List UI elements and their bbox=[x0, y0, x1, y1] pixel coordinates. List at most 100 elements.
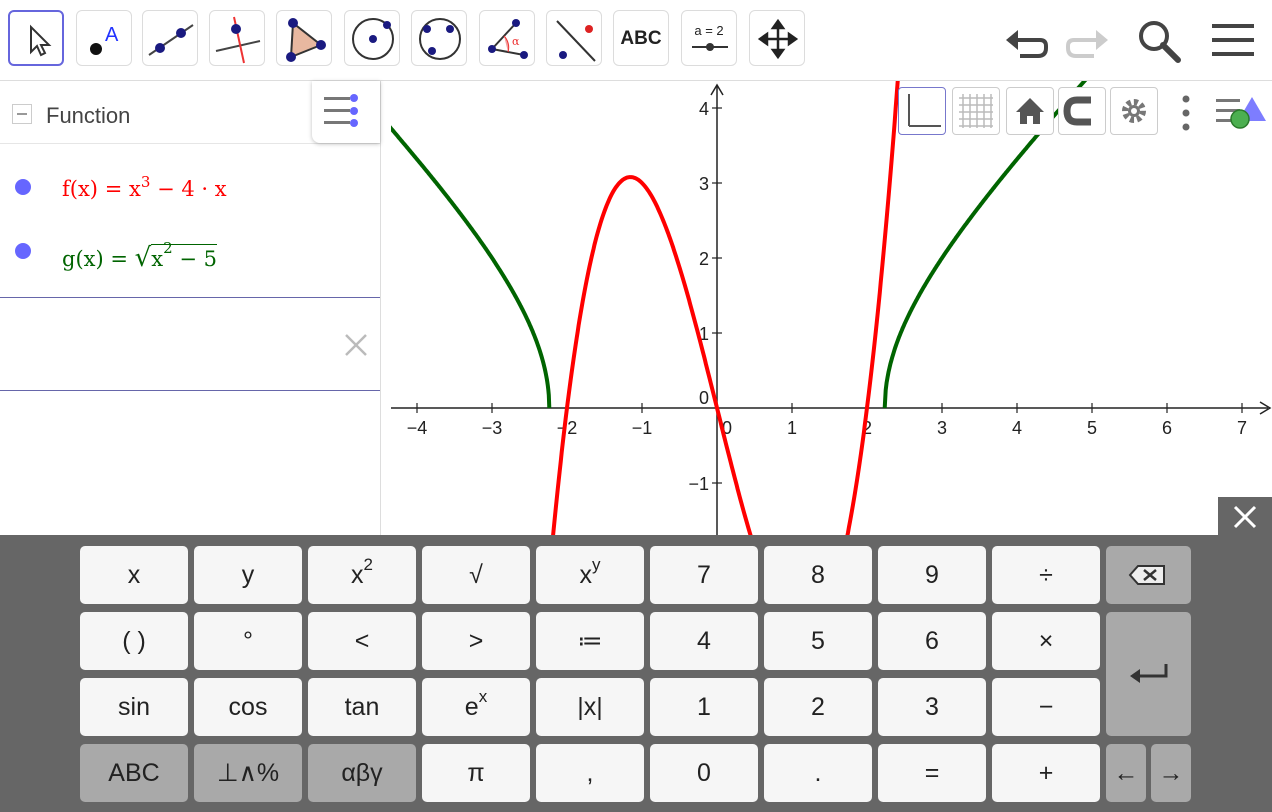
key-degree[interactable]: ° bbox=[194, 612, 302, 670]
circle-center-point-tool[interactable] bbox=[344, 10, 400, 66]
key-decimal-point[interactable]: . bbox=[764, 744, 872, 802]
key-less-than[interactable]: < bbox=[308, 612, 416, 670]
key-3[interactable]: 3 bbox=[878, 678, 986, 736]
show-grid-button[interactable] bbox=[952, 87, 1000, 135]
circle-three-points-tool[interactable] bbox=[411, 10, 467, 66]
key-2[interactable]: 2 bbox=[764, 678, 872, 736]
style-bar-toggle-icon[interactable] bbox=[1212, 91, 1272, 135]
main-menu-button[interactable] bbox=[1208, 14, 1260, 66]
key-label: xy bbox=[579, 555, 601, 589]
collapse-toggle[interactable] bbox=[12, 104, 32, 124]
curve-f[interactable] bbox=[522, 81, 920, 535]
angle-tool[interactable]: α bbox=[479, 10, 535, 66]
key-9[interactable]: 9 bbox=[878, 546, 986, 604]
hamburger-menu-icon bbox=[1212, 24, 1254, 56]
key-x[interactable]: x bbox=[80, 546, 188, 604]
key-sin[interactable]: sin bbox=[80, 678, 188, 736]
equals-sign-g: = bbox=[110, 247, 128, 271]
key-label: 7 bbox=[697, 561, 711, 589]
key-label: < bbox=[354, 627, 370, 655]
standard-view-button[interactable] bbox=[1006, 87, 1054, 135]
y-tick-label: 4 bbox=[699, 99, 709, 119]
function-name-f: f(x) bbox=[62, 177, 99, 201]
key-power[interactable]: xy bbox=[536, 546, 644, 604]
algebra-input[interactable] bbox=[16, 328, 316, 358]
key-abs[interactable]: |x| bbox=[536, 678, 644, 736]
line-tool[interactable] bbox=[142, 10, 198, 66]
move-tool[interactable] bbox=[8, 10, 64, 66]
key-5[interactable]: 5 bbox=[764, 612, 872, 670]
curve-g-left[interactable] bbox=[391, 81, 552, 409]
move-graphics-view-tool[interactable] bbox=[749, 10, 805, 66]
enter-key[interactable] bbox=[1106, 612, 1191, 736]
algebra-view: Function f(x) = x3 − 4 · x g(x) = √x2 − … bbox=[0, 81, 381, 535]
key-label: 9 bbox=[925, 561, 939, 589]
key-label: tan bbox=[344, 693, 380, 721]
key-plus[interactable]: + bbox=[992, 744, 1100, 802]
key-comma[interactable]: , bbox=[536, 744, 644, 802]
tick-labels: −4 −3 −2 −1 0 1 2 3 4 5 6 743210−1 bbox=[407, 99, 1247, 494]
key-pi[interactable]: π bbox=[422, 744, 530, 802]
key-abc-layout[interactable]: ABC bbox=[80, 744, 188, 802]
key-1[interactable]: 1 bbox=[650, 678, 758, 736]
algebra-settings-icon bbox=[324, 94, 358, 127]
key-x-squared[interactable]: x2 bbox=[308, 546, 416, 604]
polygon-icon bbox=[286, 18, 326, 62]
backspace-key[interactable] bbox=[1106, 546, 1191, 604]
rhs-exponent-f: 3 bbox=[140, 173, 151, 191]
more-options-icon[interactable] bbox=[1178, 93, 1194, 133]
reflect-about-line-tool[interactable] bbox=[546, 10, 602, 66]
key-minus[interactable]: − bbox=[992, 678, 1100, 736]
key-8[interactable]: 8 bbox=[764, 546, 872, 604]
key-y[interactable]: y bbox=[194, 546, 302, 604]
key-tan[interactable]: tan bbox=[308, 678, 416, 736]
key-label: ⊥∧% bbox=[216, 759, 280, 787]
key-equals[interactable]: = bbox=[878, 744, 986, 802]
perpendicular-line-tool[interactable] bbox=[209, 10, 265, 66]
graphics-view[interactable]: −4 −3 −2 −1 0 1 2 3 4 5 6 7 4 3 2 1 0 −1 bbox=[391, 81, 1272, 535]
algebra-item-f[interactable]: f(x) = x3 − 4 · x bbox=[0, 161, 380, 221]
key-cos[interactable]: cos bbox=[194, 678, 302, 736]
key-4[interactable]: 4 bbox=[650, 612, 758, 670]
algebra-input-row[interactable] bbox=[0, 297, 380, 391]
rhs-rest-f: − 4 · x bbox=[157, 177, 227, 201]
radicand-base-g: x bbox=[151, 247, 164, 271]
toolbar: A α ABC a = 2 bbox=[0, 0, 1272, 81]
key-0[interactable]: 0 bbox=[650, 744, 758, 802]
x-tick-label: −4 bbox=[407, 418, 428, 438]
text-tool[interactable]: ABC bbox=[613, 10, 669, 66]
key-7[interactable]: 7 bbox=[650, 546, 758, 604]
group-label: Function bbox=[46, 103, 131, 128]
clear-input-icon[interactable] bbox=[343, 332, 369, 358]
algebra-menu-button[interactable] bbox=[312, 81, 380, 143]
key-parentheses[interactable]: ( ) bbox=[80, 612, 188, 670]
point-capturing-button[interactable] bbox=[1058, 87, 1106, 135]
visibility-toggle-f[interactable] bbox=[15, 179, 31, 195]
point-icon: A bbox=[90, 24, 119, 55]
cursor-arrow-icon bbox=[30, 24, 52, 57]
show-axes-button[interactable] bbox=[898, 87, 946, 135]
graph-canvas[interactable]: −4 −3 −2 −1 0 1 2 3 4 5 6 743210−1 bbox=[391, 81, 1272, 535]
visibility-toggle-g[interactable] bbox=[15, 243, 31, 259]
undo-button[interactable] bbox=[1000, 14, 1052, 66]
key-greek-layout[interactable]: αβγ bbox=[308, 744, 416, 802]
key-sqrt[interactable]: √ bbox=[422, 546, 530, 604]
close-keyboard-button[interactable] bbox=[1218, 497, 1272, 537]
cursor-left-key[interactable]: ← bbox=[1106, 744, 1146, 802]
slider-tool[interactable]: a = 2 bbox=[681, 10, 737, 66]
key-symbols-layout[interactable]: ⊥∧% bbox=[194, 744, 302, 802]
point-tool[interactable]: A bbox=[76, 10, 132, 66]
redo-button[interactable] bbox=[1062, 14, 1114, 66]
key-6[interactable]: 6 bbox=[878, 612, 986, 670]
key-greater-than[interactable]: > bbox=[422, 612, 530, 670]
cursor-right-key[interactable]: → bbox=[1151, 744, 1191, 802]
key-multiply[interactable]: × bbox=[992, 612, 1100, 670]
graphics-settings-button[interactable] bbox=[1110, 87, 1158, 135]
key-divide[interactable]: ÷ bbox=[992, 546, 1100, 604]
key-assign[interactable]: ≔ bbox=[536, 612, 644, 670]
algebra-item-g[interactable]: g(x) = √x2 − 5 bbox=[0, 225, 380, 285]
polygon-tool[interactable] bbox=[276, 10, 332, 66]
key-exp[interactable]: ex bbox=[422, 678, 530, 736]
key-label: x bbox=[127, 561, 141, 589]
search-button[interactable] bbox=[1132, 14, 1184, 66]
